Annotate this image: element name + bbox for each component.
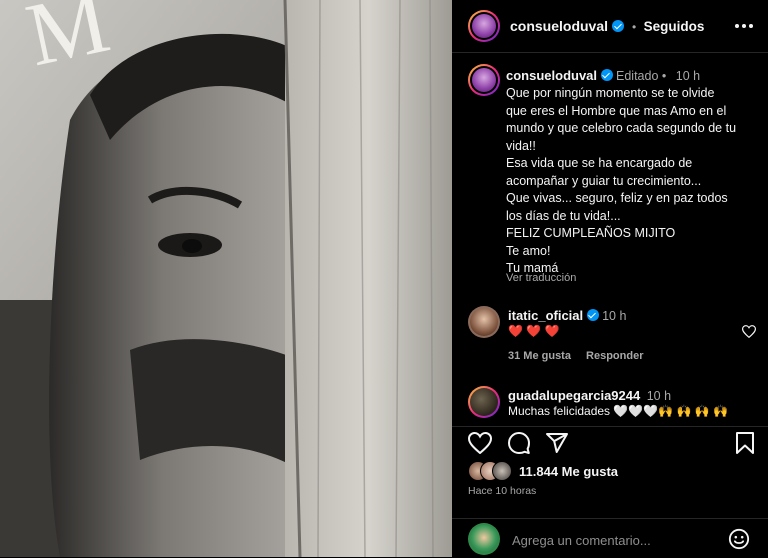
comment-item: guadalupegarcia9244 10 h Muchas felicida… xyxy=(468,386,758,422)
author-avatar[interactable] xyxy=(468,10,500,42)
commenter-username[interactable]: itatic_oficial xyxy=(508,308,583,323)
caption-line: vida!! xyxy=(506,138,536,153)
header-user-row: consueloduval • Seguidos xyxy=(510,18,704,36)
likes-count[interactable]: 11.844 Me gusta xyxy=(519,464,618,479)
emoji-icon[interactable] xyxy=(728,528,750,550)
caption-line: que eres el Hombre que mas Amo en el xyxy=(506,103,727,118)
caption-separator: • xyxy=(661,69,667,83)
caption-line: Que vivas... seguro, feliz y en paz todo… xyxy=(506,191,728,205)
author-username[interactable]: consueloduval xyxy=(510,18,608,34)
verified-badge-icon xyxy=(600,69,613,81)
caption-time[interactable]: 10 h xyxy=(676,69,700,83)
caption-line: Esa vida que se ha encargado de xyxy=(506,156,693,170)
comment-meta: itatic_oficial 10 h xyxy=(508,308,626,323)
comment-text: ❤️ ❤️ ❤️ xyxy=(508,324,560,338)
caption-username[interactable]: consueloduval xyxy=(506,68,597,83)
see-translation-link[interactable]: Ver traducción xyxy=(506,272,576,284)
comment-icon[interactable] xyxy=(507,431,531,455)
verified-badge-icon xyxy=(612,20,625,32)
caption-meta: consueloduval Editado • 10 h xyxy=(506,68,700,83)
share-icon[interactable] xyxy=(545,431,569,455)
liker-avatars[interactable] xyxy=(468,461,516,481)
bookmark-icon[interactable] xyxy=(735,431,755,455)
post-header: consueloduval • Seguidos xyxy=(452,0,768,53)
comment-like-icon[interactable] xyxy=(742,325,756,338)
following-button[interactable]: Seguidos xyxy=(644,19,705,34)
post-image[interactable]: M xyxy=(0,0,452,557)
comment-time[interactable]: 10 h xyxy=(602,309,626,323)
caption-avatar[interactable] xyxy=(468,64,500,96)
comment-item: itatic_oficial 10 h ❤️ ❤️ ❤️ 31 Me gusta… xyxy=(468,306,758,366)
commenter-username[interactable]: guadalupegarcia9244 xyxy=(508,388,640,403)
comment-time[interactable]: 10 h xyxy=(647,389,671,403)
current-user-avatar xyxy=(468,523,500,555)
caption-text: Que por ningún momento se te olvide que … xyxy=(506,85,756,278)
reply-button[interactable]: Responder xyxy=(586,350,643,362)
caption-line: los días de tu vida!... xyxy=(506,208,621,223)
comment-meta: guadalupegarcia9244 10 h xyxy=(508,388,671,403)
comment-likes[interactable]: 31 Me gusta xyxy=(508,350,571,362)
caption-line: Te amo! xyxy=(506,243,551,258)
liker-avatar xyxy=(492,461,512,481)
caption-line: mundo y que celebro cada segundo de tu xyxy=(506,121,737,135)
comment-text: Muchas felicidades 🤍🤍🤍🙌 🙌 🙌 🙌 xyxy=(508,404,728,418)
commenter-avatar[interactable] xyxy=(468,306,500,338)
verified-badge-icon xyxy=(586,309,599,321)
caption-line: Que por ningún momento se te olvide xyxy=(506,86,715,100)
comment-actions: 31 Me gusta Responder xyxy=(508,350,644,362)
comment-input[interactable] xyxy=(510,529,714,551)
caption-line: FELIZ CUMPLEAÑOS MIJITO xyxy=(506,226,676,240)
header-separator: • xyxy=(631,20,637,34)
commenter-avatar[interactable] xyxy=(468,386,500,418)
action-bar xyxy=(452,426,768,457)
post-time[interactable]: Hace 10 horas xyxy=(468,485,536,497)
more-options-icon[interactable] xyxy=(734,17,754,35)
caption-line: acompañar y guiar tu crecimiento... xyxy=(506,173,702,188)
post-side-panel: consueloduval • Seguidos consueloduval E… xyxy=(452,0,768,557)
post-photo-art: M xyxy=(0,0,452,557)
edited-label: Editado xyxy=(616,69,659,83)
comment-composer xyxy=(452,518,768,558)
heart-outline-icon[interactable] xyxy=(468,432,492,454)
